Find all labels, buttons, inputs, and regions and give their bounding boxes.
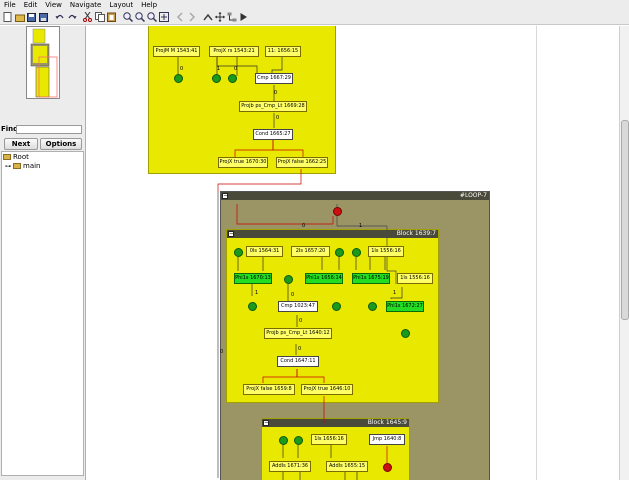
redo-icon[interactable] bbox=[66, 12, 77, 23]
node-cond[interactable]: Cond 1665:27 bbox=[253, 129, 293, 140]
node-cmp[interactable]: Cmp 1667:29 bbox=[255, 73, 293, 84]
folder-icon bbox=[13, 163, 21, 169]
node-const-1-1645[interactable]: 1Is 1656:16 bbox=[311, 434, 347, 445]
node-proj-false[interactable]: ProjX false 1662:25 bbox=[276, 157, 328, 168]
toolbar bbox=[0, 10, 629, 25]
up-icon[interactable] bbox=[202, 12, 213, 23]
tree-item-root[interactable]: Root bbox=[3, 153, 29, 161]
find-row: Find: bbox=[1, 124, 85, 134]
find-label: Find: bbox=[1, 125, 21, 133]
node-dot-red[interactable] bbox=[383, 463, 392, 472]
options-button[interactable]: Options bbox=[40, 138, 82, 150]
node-const-0[interactable]: 0Is 1564:31 bbox=[246, 246, 283, 257]
node-jmp[interactable]: Jmp 1640:8 bbox=[369, 434, 405, 445]
node-dot[interactable] bbox=[335, 248, 344, 257]
find-input[interactable] bbox=[16, 124, 82, 134]
node-dot[interactable] bbox=[352, 248, 361, 257]
node-proj-true[interactable]: ProjX true 1670:30 bbox=[218, 157, 268, 168]
save-all-icon[interactable] bbox=[38, 12, 49, 23]
move-icon[interactable] bbox=[214, 12, 225, 23]
node-dot[interactable] bbox=[234, 248, 243, 257]
cut-icon[interactable] bbox=[82, 12, 93, 23]
node-const-1[interactable]: 1Is 1556:16 bbox=[368, 246, 404, 257]
node-const-1b[interactable]: 1Is 1556:16 bbox=[397, 273, 433, 284]
menu-help[interactable]: Help bbox=[137, 0, 161, 10]
node-cmp-1639[interactable]: Cmp 1023:47 bbox=[278, 301, 318, 312]
graph-canvas[interactable]: − #LOOP-7 − Block 1639:7 − Block 1645:9 bbox=[87, 26, 619, 480]
layout-icon[interactable] bbox=[226, 12, 237, 23]
zoom-in-icon[interactable] bbox=[122, 12, 133, 23]
vertical-scrollbar[interactable] bbox=[619, 26, 629, 480]
node-dot[interactable] bbox=[212, 74, 221, 83]
menu-edit[interactable]: Edit bbox=[20, 0, 42, 10]
node-dot[interactable] bbox=[401, 329, 410, 338]
save-icon[interactable] bbox=[26, 12, 37, 23]
node-dot[interactable] bbox=[279, 436, 288, 445]
tree-main-label: main bbox=[23, 162, 41, 170]
paste-icon[interactable] bbox=[106, 12, 117, 23]
node-proj-true-1639[interactable]: ProjX true 1646:10 bbox=[301, 384, 353, 395]
node-const-2[interactable]: 2Is 1657:20 bbox=[291, 246, 330, 257]
back-icon[interactable] bbox=[174, 12, 185, 23]
node-dot[interactable] bbox=[248, 302, 257, 311]
undo-icon[interactable] bbox=[54, 12, 65, 23]
graph-overview[interactable] bbox=[26, 26, 60, 99]
menu-file[interactable]: File bbox=[0, 0, 20, 10]
tree-view: Root ⊶ main bbox=[1, 151, 84, 476]
node-dot[interactable] bbox=[294, 436, 303, 445]
node-11[interactable]: 11: 1656:15 bbox=[265, 46, 301, 57]
folder-icon bbox=[3, 154, 11, 160]
node-add-2[interactable]: AddIs 1655:15 bbox=[326, 461, 368, 472]
zoom-out-icon[interactable] bbox=[134, 12, 145, 23]
play-icon[interactable] bbox=[238, 12, 249, 23]
node-dot[interactable] bbox=[332, 302, 341, 311]
node-projx-rs[interactable]: ProjX rs 1543:21 bbox=[209, 46, 259, 57]
expand-icon[interactable]: ⊶ bbox=[5, 163, 11, 170]
node-projb-1639[interactable]: Projb ps_Cmp_Lt 1640:12 bbox=[264, 328, 332, 339]
next-button[interactable]: Next bbox=[4, 138, 38, 150]
menu-navigate[interactable]: Navigate bbox=[66, 0, 105, 10]
node-phi-4[interactable]: Phi1s 1672:27 bbox=[386, 301, 424, 312]
copy-icon[interactable] bbox=[94, 12, 105, 23]
node-add-1[interactable]: AddIs 1671:36 bbox=[269, 461, 311, 472]
scroll-thumb[interactable] bbox=[621, 120, 629, 320]
forward-icon[interactable] bbox=[186, 12, 197, 23]
app-window: File Edit View Navigate Layout Help Find… bbox=[0, 0, 629, 480]
zoom-fit-icon[interactable] bbox=[146, 12, 157, 23]
menu-layout[interactable]: Layout bbox=[105, 0, 137, 10]
node-projm[interactable]: ProjM M 1543:41 bbox=[153, 46, 200, 57]
menu-bar: File Edit View Navigate Layout Help bbox=[0, 0, 629, 10]
node-dot[interactable] bbox=[368, 302, 377, 311]
node-dot[interactable] bbox=[174, 74, 183, 83]
node-projb[interactable]: Projb ps_Cmp_Lt 1669:28 bbox=[239, 101, 307, 112]
menu-view[interactable]: View bbox=[41, 0, 66, 10]
tree-root-label: Root bbox=[13, 153, 29, 161]
node-dot[interactable] bbox=[228, 74, 237, 83]
node-phi-1[interactable]: Phi1s 1670:13 bbox=[234, 273, 272, 284]
new-icon[interactable] bbox=[2, 12, 13, 23]
node-proj-false-1639[interactable]: ProjX false 1659:8 bbox=[243, 384, 295, 395]
left-panel: Find: Next Options Root ⊶ main bbox=[0, 26, 86, 480]
node-phi-2[interactable]: Phi1s 1656:14 bbox=[305, 273, 343, 284]
zoom-reset-icon[interactable] bbox=[158, 12, 169, 23]
open-icon[interactable] bbox=[14, 12, 25, 23]
loop-phi-node[interactable] bbox=[333, 207, 342, 216]
tree-item-main[interactable]: ⊶ main bbox=[5, 162, 41, 170]
node-dot[interactable] bbox=[284, 275, 293, 284]
node-phi-3[interactable]: Phi1s 1675:19 bbox=[352, 273, 390, 284]
node-cond-1639[interactable]: Cond 1647:11 bbox=[277, 356, 319, 367]
